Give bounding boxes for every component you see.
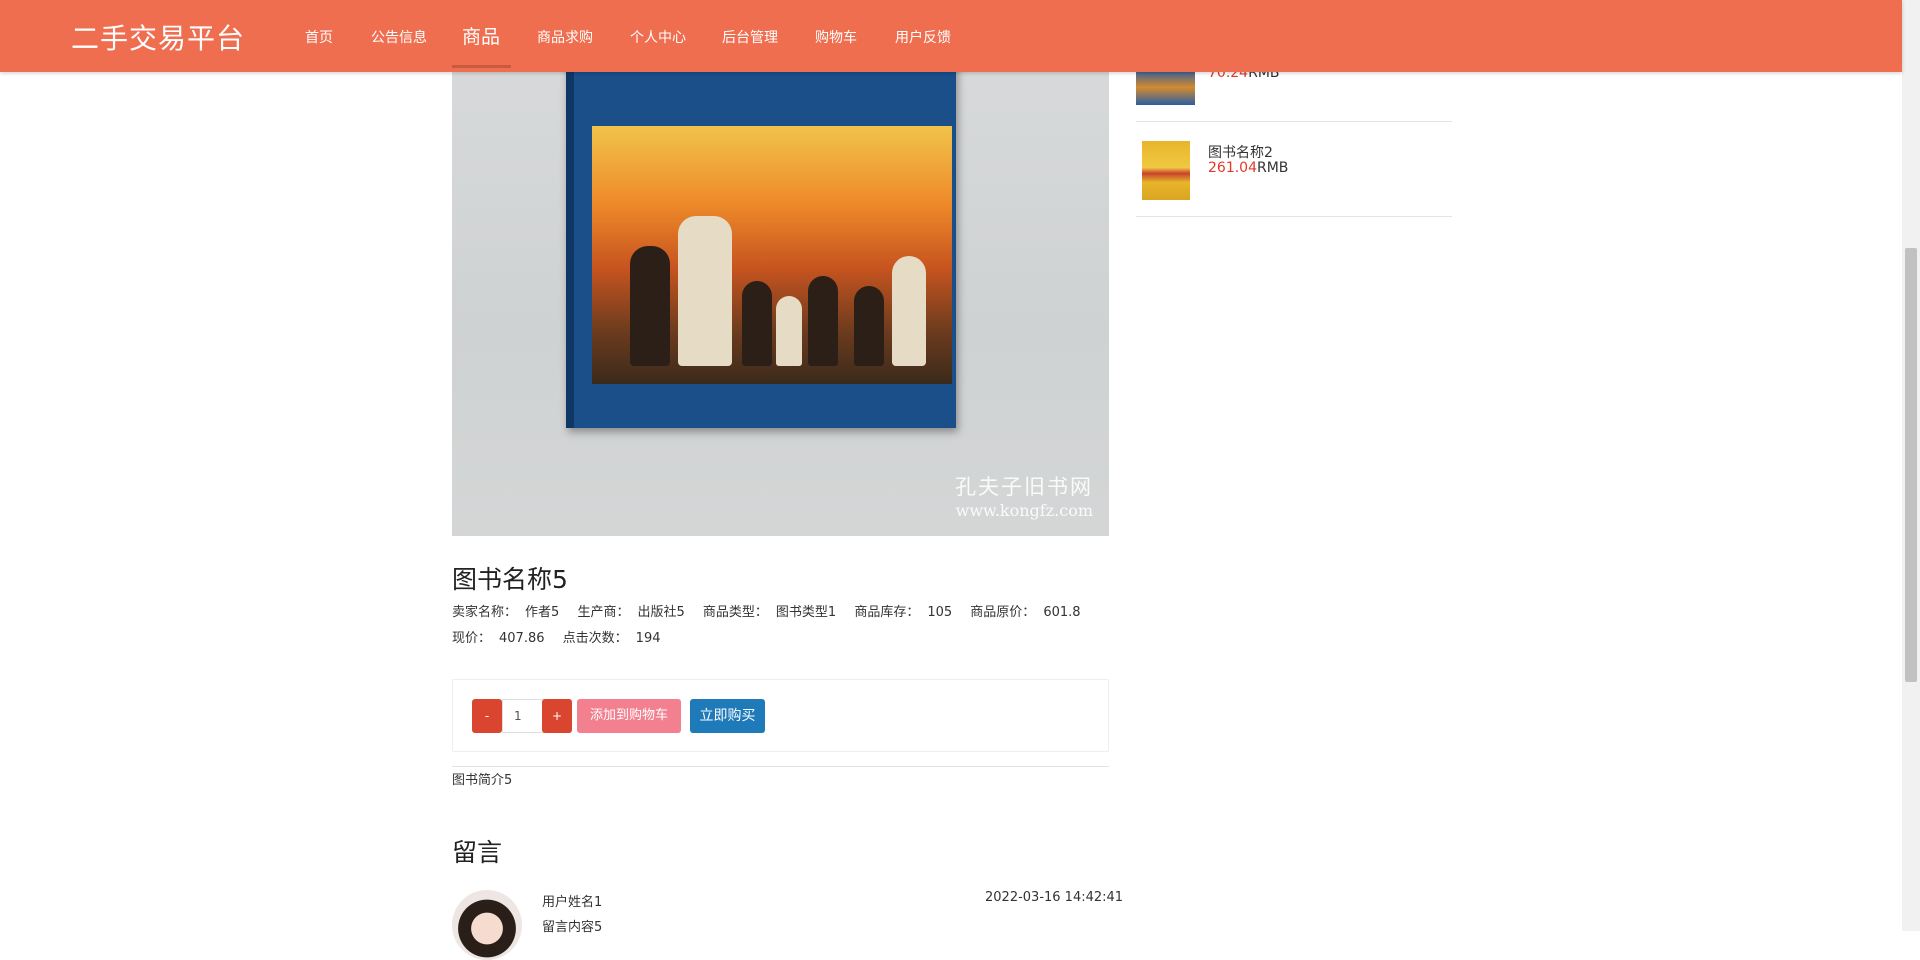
nav-personal-center[interactable]: 个人中心 <box>630 27 686 47</box>
price-value: 407.86 <box>499 631 545 646</box>
related-item-name[interactable]: 图书名称2 <box>1208 142 1273 162</box>
add-to-cart-button[interactable]: 添加到购物车 <box>577 699 681 733</box>
related-item-price: 261.04RMB <box>1208 160 1288 176</box>
clicks-label: 点击次数： <box>562 631 628 646</box>
product-meta-line-1: 卖家名称： 作者5 生产商： 出版社5 商品类型： 图书类型1 商品库存： 105 商品… <box>452 601 1095 620</box>
clicks-value: 194 <box>635 631 661 646</box>
nav-wanted[interactable]: 商品求购 <box>537 27 593 47</box>
nav-admin[interactable]: 后台管理 <box>722 27 778 47</box>
book-cover-art <box>592 126 952 384</box>
watermark-cn: 孔夫子旧书网 <box>955 475 1093 499</box>
page-scrollbar[interactable] <box>1902 0 1920 931</box>
quantity-minus-button[interactable]: - <box>472 699 502 733</box>
watermark-url: www.kongfz.com <box>955 501 1093 520</box>
producer-value: 出版社5 <box>637 605 685 620</box>
producer-label: 生产商： <box>577 605 630 620</box>
stock-label: 商品库存： <box>854 605 920 620</box>
related-item-price-value: 261.04 <box>1208 160 1257 176</box>
product-intro: 图书简介5 <box>452 773 513 788</box>
comments-heading: 留言 <box>452 838 503 867</box>
type-label: 商品类型： <box>702 605 768 620</box>
nav-products[interactable]: 商品 <box>462 22 500 49</box>
nav-cart[interactable]: 购物车 <box>815 27 857 47</box>
comment-text: 留言内容5 <box>542 920 603 935</box>
original-price-value: 601.8 <box>1043 605 1081 620</box>
related-item-currency: RMB <box>1257 160 1289 176</box>
comment-user: 用户姓名1 <box>542 895 603 910</box>
section-divider <box>452 766 1109 767</box>
product-title: 图书名称5 <box>452 565 568 594</box>
quantity-input[interactable]: 1 <box>502 699 544 733</box>
image-watermark: 孔夫子旧书网 www.kongfz.com <box>955 471 1093 520</box>
avatar <box>452 890 522 960</box>
original-price-label: 商品原价： <box>970 605 1036 620</box>
nav-active-underline <box>452 65 511 68</box>
price-label: 现价： <box>452 631 492 646</box>
related-item[interactable]: 图书名称2 261.04RMB <box>1136 122 1452 217</box>
type-value: 图书类型1 <box>775 605 837 620</box>
top-navbar: 二手交易平台 首页 公告信息 商品 商品求购 个人中心 后台管理 购物车 用户反… <box>0 0 1902 72</box>
seller-label: 卖家名称： <box>452 605 518 620</box>
stock-value: 105 <box>927 605 953 620</box>
comment-time: 2022-03-16 14:42:41 <box>985 890 1124 905</box>
scrollbar-thumb[interactable] <box>1905 248 1917 682</box>
site-brand[interactable]: 二手交易平台 <box>71 17 245 57</box>
related-item-thumb[interactable] <box>1142 141 1190 200</box>
product-meta-line-2: 现价： 407.86 点击次数： 194 <box>452 627 675 646</box>
buy-now-button[interactable]: 立即购买 <box>690 699 765 733</box>
nav-announcements[interactable]: 公告信息 <box>371 27 427 47</box>
seller-value: 作者5 <box>525 605 560 620</box>
quantity-plus-button[interactable]: + <box>542 699 572 733</box>
book-cover <box>566 50 956 428</box>
nav-home[interactable]: 首页 <box>305 27 333 47</box>
product-image: 孔夫子旧书网 www.kongfz.com <box>452 20 1109 536</box>
purchase-panel: - 1 + 添加到购物车 立即购买 <box>452 679 1109 752</box>
nav-feedback[interactable]: 用户反馈 <box>895 27 951 47</box>
